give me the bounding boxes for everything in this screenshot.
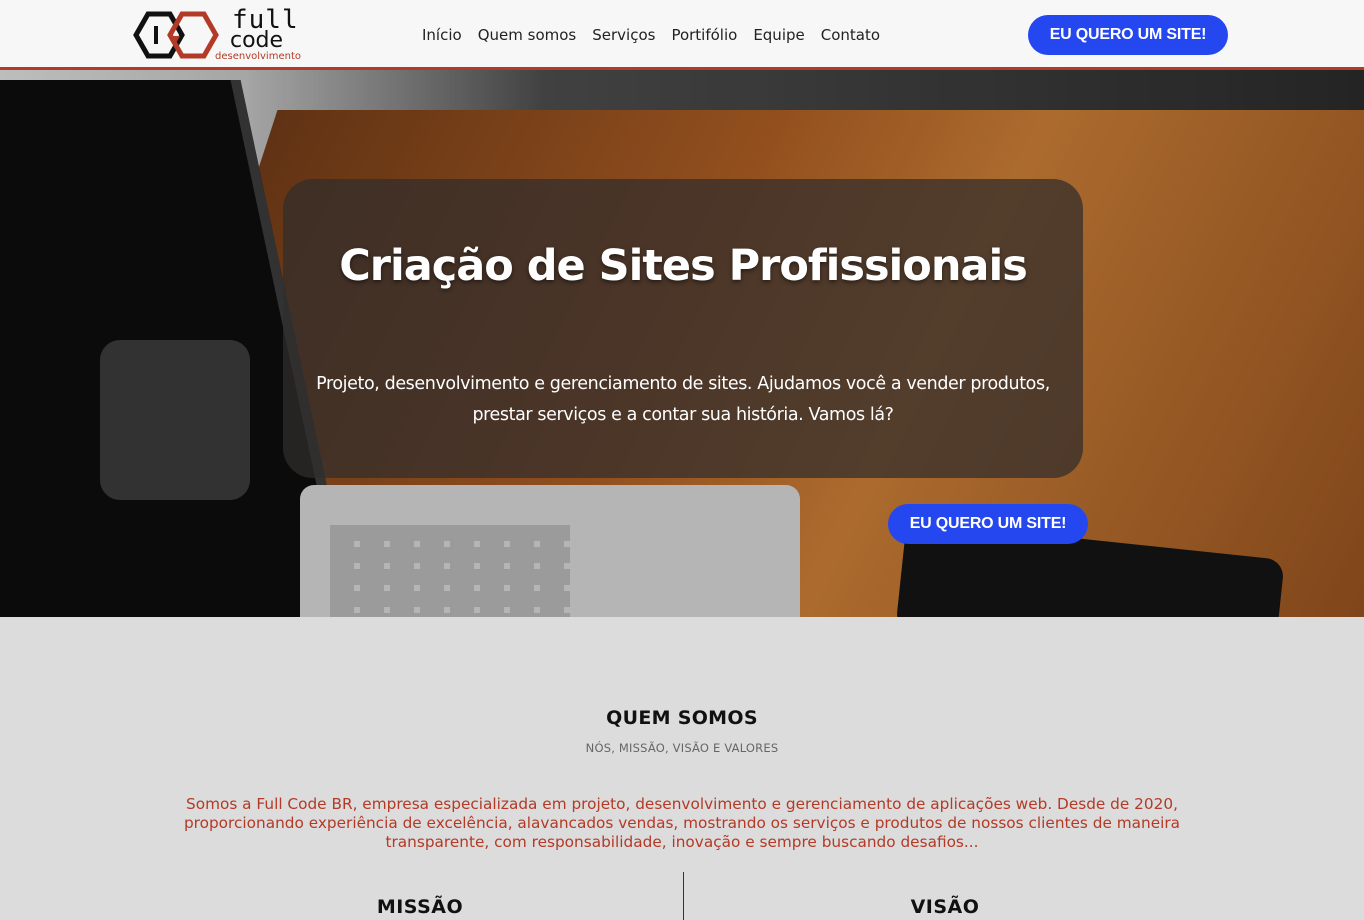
about-title: QUEM SOMOS [606,707,758,729]
logo-hexagon-icon [133,11,219,59]
hero-card: Criação de Sites Profissionais Projeto, … [283,179,1083,478]
column-divider [683,872,684,920]
hero-cta-button[interactable]: EU QUERO UM SITE! [888,504,1088,544]
logo[interactable]: full code desenvolvimento [132,6,317,64]
about-subtitle: NÓS, MISSÃO, VISÃO E VALORES [585,741,779,755]
hero-section: Criação de Sites Profissionais Projeto, … [0,70,1364,617]
header-cta-button[interactable]: EU QUERO UM SITE! [1028,15,1228,55]
nav-item-quem-somos[interactable]: Quem somos [478,25,577,45]
nav-item-inicio[interactable]: Início [422,25,462,45]
nav-item-portifolio[interactable]: Portifólio [671,25,737,45]
nav-item-equipe[interactable]: Equipe [753,25,804,45]
nav-item-servicos[interactable]: Serviços [592,25,655,45]
hero-text: Projeto, desenvolvimento e gerenciamento… [316,374,1050,425]
main-nav: Início Quem somos Serviços Portifólio Eq… [422,25,880,45]
site-header: full code desenvolvimento Início Quem so… [0,0,1364,70]
about-text: Somos a Full Code BR, empresa especializ… [183,795,1181,851]
hero-title: Criação de Sites Profissionais [339,241,1028,291]
missao-title: MISSÃO [376,896,464,918]
nav-item-contato[interactable]: Contato [821,25,880,45]
logo-word-code: code [230,28,284,53]
visao-title: VISÃO [910,896,980,918]
logo-word-desenvolvimento: desenvolvimento [215,51,301,62]
